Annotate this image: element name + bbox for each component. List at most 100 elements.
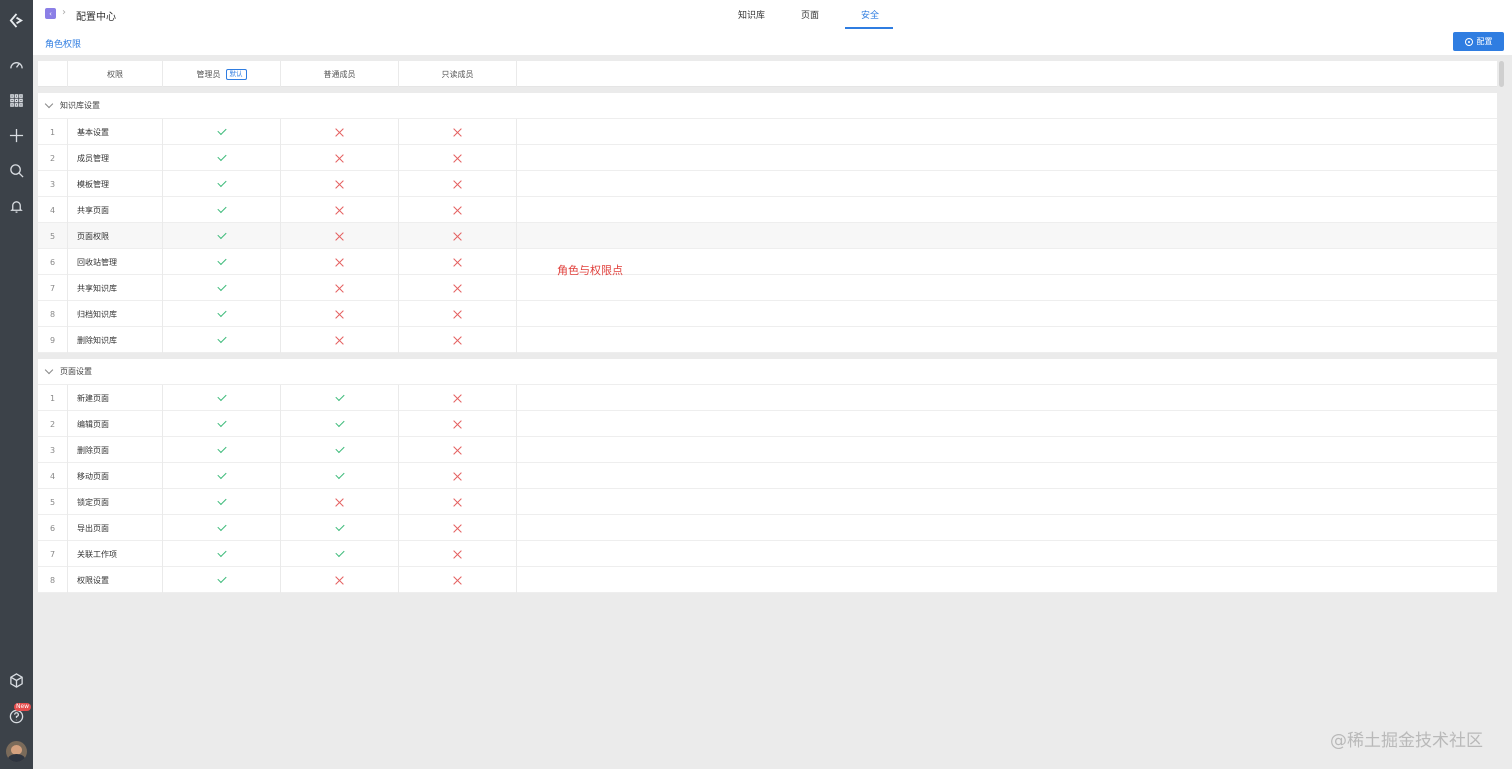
perm-cell-admin[interactable] bbox=[163, 541, 281, 567]
cross-icon bbox=[453, 310, 462, 319]
perm-cell-member[interactable] bbox=[281, 489, 399, 515]
perm-cell-member[interactable] bbox=[281, 223, 399, 249]
plus-icon[interactable] bbox=[8, 127, 25, 144]
perm-cell-readonly[interactable] bbox=[399, 119, 517, 145]
apps-grid-icon[interactable] bbox=[8, 92, 25, 109]
perm-cell-readonly[interactable] bbox=[399, 385, 517, 411]
logo-icon[interactable] bbox=[8, 12, 25, 29]
perm-cell-readonly[interactable] bbox=[399, 275, 517, 301]
perm-cell-admin[interactable] bbox=[163, 171, 281, 197]
perm-cell-member[interactable] bbox=[281, 275, 399, 301]
perm-cell-readonly[interactable] bbox=[399, 197, 517, 223]
row-index: 1 bbox=[38, 119, 68, 145]
perm-cell-member[interactable] bbox=[281, 249, 399, 275]
perm-cell-member[interactable] bbox=[281, 197, 399, 223]
perm-cell-readonly[interactable] bbox=[399, 437, 517, 463]
tab-security[interactable]: 安全 bbox=[861, 8, 879, 21]
tab-pages[interactable]: 页面 bbox=[801, 8, 819, 21]
row-filler bbox=[517, 275, 1497, 301]
perm-cell-member[interactable] bbox=[281, 171, 399, 197]
row-index: 8 bbox=[38, 567, 68, 593]
header-index-col bbox=[38, 61, 68, 87]
perm-cell-readonly[interactable] bbox=[399, 567, 517, 593]
perm-cell-readonly[interactable] bbox=[399, 301, 517, 327]
perm-cell-readonly[interactable] bbox=[399, 223, 517, 249]
dashboard-icon[interactable] bbox=[8, 57, 25, 74]
perm-cell-admin[interactable] bbox=[163, 145, 281, 171]
perm-cell-member[interactable] bbox=[281, 327, 399, 353]
perm-cell-admin[interactable] bbox=[163, 223, 281, 249]
default-badge: 默认 bbox=[225, 68, 247, 80]
row-index: 2 bbox=[38, 145, 68, 171]
perm-cell-admin[interactable] bbox=[163, 567, 281, 593]
perm-cell-admin[interactable] bbox=[163, 515, 281, 541]
cross-icon bbox=[335, 180, 344, 189]
search-icon[interactable] bbox=[8, 162, 25, 179]
perm-cell-readonly[interactable] bbox=[399, 327, 517, 353]
role-permissions-link[interactable]: 角色权限 bbox=[45, 37, 81, 50]
chevron-down-icon[interactable] bbox=[44, 99, 54, 109]
perm-cell-member[interactable] bbox=[281, 411, 399, 437]
permission-name: 基本设置 bbox=[68, 119, 163, 145]
back-icon[interactable]: ‹ bbox=[45, 8, 56, 19]
perm-cell-readonly[interactable] bbox=[399, 249, 517, 275]
perm-cell-member[interactable] bbox=[281, 463, 399, 489]
row-filler bbox=[517, 249, 1497, 275]
perm-cell-member[interactable] bbox=[281, 515, 399, 541]
perm-cell-member[interactable] bbox=[281, 567, 399, 593]
perm-cell-admin[interactable] bbox=[163, 119, 281, 145]
perm-cell-admin[interactable] bbox=[163, 301, 281, 327]
cross-icon bbox=[453, 232, 462, 241]
perm-cell-member[interactable] bbox=[281, 145, 399, 171]
sub-header: 角色权限 配置 bbox=[33, 30, 1512, 55]
perm-cell-member[interactable] bbox=[281, 541, 399, 567]
perm-cell-admin[interactable] bbox=[163, 385, 281, 411]
scrollbar[interactable] bbox=[1499, 61, 1504, 87]
active-tab-indicator bbox=[845, 27, 893, 29]
perm-cell-admin[interactable] bbox=[163, 327, 281, 353]
perm-cell-admin[interactable] bbox=[163, 249, 281, 275]
perm-cell-member[interactable] bbox=[281, 301, 399, 327]
perm-cell-readonly[interactable] bbox=[399, 515, 517, 541]
perm-cell-admin[interactable] bbox=[163, 489, 281, 515]
cross-icon bbox=[453, 394, 462, 403]
cube-icon[interactable] bbox=[8, 672, 25, 689]
tab-knowledge-base[interactable]: 知识库 bbox=[738, 8, 765, 21]
perm-cell-readonly[interactable] bbox=[399, 171, 517, 197]
permission-group: 知识库设置 1 基本设置 2 成员管理 3 模板管理 4 共享页面 5 页面权限 6 回收站管理 7 共享知… bbox=[38, 93, 1497, 353]
check-icon bbox=[216, 125, 227, 136]
row-filler bbox=[517, 437, 1497, 463]
table-row: 3 删除页面 bbox=[38, 437, 1497, 463]
perm-cell-readonly[interactable] bbox=[399, 463, 517, 489]
perm-cell-admin[interactable] bbox=[163, 275, 281, 301]
group-header[interactable]: 页面设置 bbox=[38, 359, 1497, 385]
cross-icon bbox=[453, 446, 462, 455]
perm-cell-admin[interactable] bbox=[163, 411, 281, 437]
avatar[interactable] bbox=[6, 741, 27, 762]
perm-cell-readonly[interactable] bbox=[399, 411, 517, 437]
table-row: 7 共享知识库 bbox=[38, 275, 1497, 301]
group-title: 知识库设置 bbox=[60, 101, 100, 110]
perm-cell-readonly[interactable] bbox=[399, 489, 517, 515]
perm-cell-admin[interactable] bbox=[163, 463, 281, 489]
perm-cell-member[interactable] bbox=[281, 437, 399, 463]
config-button[interactable]: 配置 bbox=[1453, 32, 1504, 51]
group-header[interactable]: 知识库设置 bbox=[38, 93, 1497, 119]
cross-icon bbox=[453, 498, 462, 507]
cross-icon bbox=[453, 258, 462, 267]
perm-cell-member[interactable] bbox=[281, 119, 399, 145]
perm-cell-admin[interactable] bbox=[163, 197, 281, 223]
cross-icon bbox=[453, 154, 462, 163]
cross-icon bbox=[453, 550, 462, 559]
row-index: 9 bbox=[38, 327, 68, 353]
perm-cell-readonly[interactable] bbox=[399, 145, 517, 171]
perm-cell-readonly[interactable] bbox=[399, 541, 517, 567]
perm-cell-member[interactable] bbox=[281, 385, 399, 411]
table-row: 4 移动页面 bbox=[38, 463, 1497, 489]
perm-cell-admin[interactable] bbox=[163, 437, 281, 463]
bell-icon[interactable] bbox=[8, 198, 25, 215]
check-icon bbox=[216, 547, 227, 558]
chevron-down-icon[interactable] bbox=[44, 365, 54, 375]
cross-icon bbox=[453, 524, 462, 533]
check-icon bbox=[216, 203, 227, 214]
